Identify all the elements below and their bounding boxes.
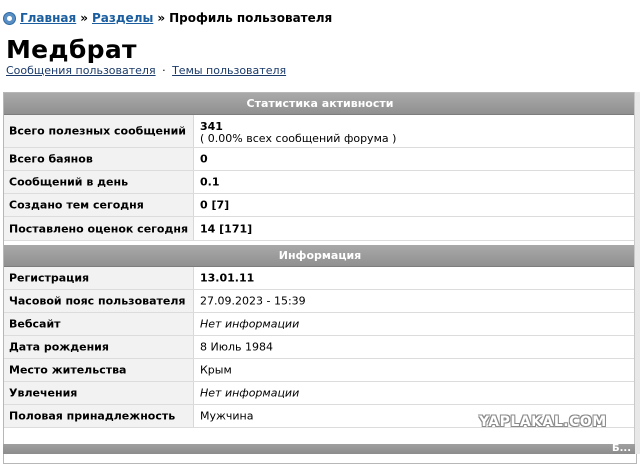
row-value: 13.01.11 <box>200 271 255 285</box>
stat-row-topics-today: Создано тем сегодня 0 [7] <box>4 194 636 217</box>
row-label: Вебсайт <box>9 317 61 331</box>
row-label: Поставлено оценок сегодня <box>9 222 189 235</box>
row-value: 14 [171] <box>200 222 253 235</box>
row-label: Половая принадлежность <box>9 409 176 423</box>
row-label: Увлечения <box>9 386 78 400</box>
row-label: Место жительства <box>9 363 127 377</box>
breadcrumb: Главная » Разделы » Профиль пользователя <box>3 9 332 27</box>
page-title: Медбрат <box>6 35 137 64</box>
row-label: Сообщений в день <box>9 175 129 189</box>
row-value: 0 <box>200 152 208 166</box>
link-separator: · <box>162 64 166 77</box>
row-label: Всего баянов <box>9 152 93 166</box>
info-row-hobbies: Увлечения Нет информации <box>4 382 636 405</box>
row-label: Часовой пояс пользователя <box>9 294 186 308</box>
info-section-header: Информация <box>4 245 636 267</box>
row-value: Мужчина <box>200 409 254 423</box>
breadcrumb-separator: » <box>157 11 166 25</box>
footer-header-text: Б... <box>611 443 631 454</box>
row-value: 27.09.2023 - 15:39 <box>200 294 306 308</box>
row-value: 8 Июль 1984 <box>200 340 273 354</box>
user-posts-link[interactable]: Сообщения пользователя <box>6 64 156 77</box>
activity-section-header: Статистика активности <box>4 93 636 115</box>
home-icon <box>3 11 16 25</box>
stat-row-useful-posts: Всего полезных сообщений 341 ( 0.00% все… <box>4 115 636 148</box>
breadcrumb-current: Профиль пользователя <box>169 11 333 25</box>
stat-row-ratings-today: Поставлено оценок сегодня 14 [171] <box>4 217 636 241</box>
info-row-website: Вебсайт Нет информации <box>4 313 636 336</box>
row-label: Создано тем сегодня <box>9 198 144 212</box>
info-row-location: Место жительства Крым <box>4 359 636 382</box>
site-watermark: YAPLAKAL.COM <box>479 414 607 430</box>
row-label: Всего полезных сообщений <box>9 124 186 138</box>
breadcrumb-sections-link[interactable]: Разделы <box>92 11 153 25</box>
row-value: Нет информации <box>200 386 300 400</box>
row-label: Дата рождения <box>9 340 109 354</box>
stat-row-posts-per-day: Сообщений в день 0.1 <box>4 171 636 194</box>
next-section-header: Б... <box>3 444 635 454</box>
row-note: ( 0.00% всех сообщений форума ) <box>200 132 397 145</box>
row-value: Крым <box>200 363 232 377</box>
right-column-edge <box>634 92 640 454</box>
user-topics-link[interactable]: Темы пользователя <box>172 64 286 77</box>
stat-row-bayans: Всего баянов 0 <box>4 148 636 171</box>
info-row-registration: Регистрация 13.01.11 <box>4 267 636 290</box>
info-row-birthdate: Дата рождения 8 Июль 1984 <box>4 336 636 359</box>
profile-links: Сообщения пользователя · Темы пользовате… <box>6 64 286 77</box>
row-value: 0.1 <box>200 175 220 189</box>
profile-panel: Статистика активности Всего полезных соо… <box>3 92 637 464</box>
row-value: Нет информации <box>200 317 300 331</box>
breadcrumb-home-link[interactable]: Главная <box>20 11 76 25</box>
info-row-timezone: Часовой пояс пользователя 27.09.2023 - 1… <box>4 290 636 313</box>
row-value: 0 [7] <box>200 198 230 212</box>
breadcrumb-separator: » <box>80 11 88 25</box>
row-label: Регистрация <box>9 271 90 285</box>
